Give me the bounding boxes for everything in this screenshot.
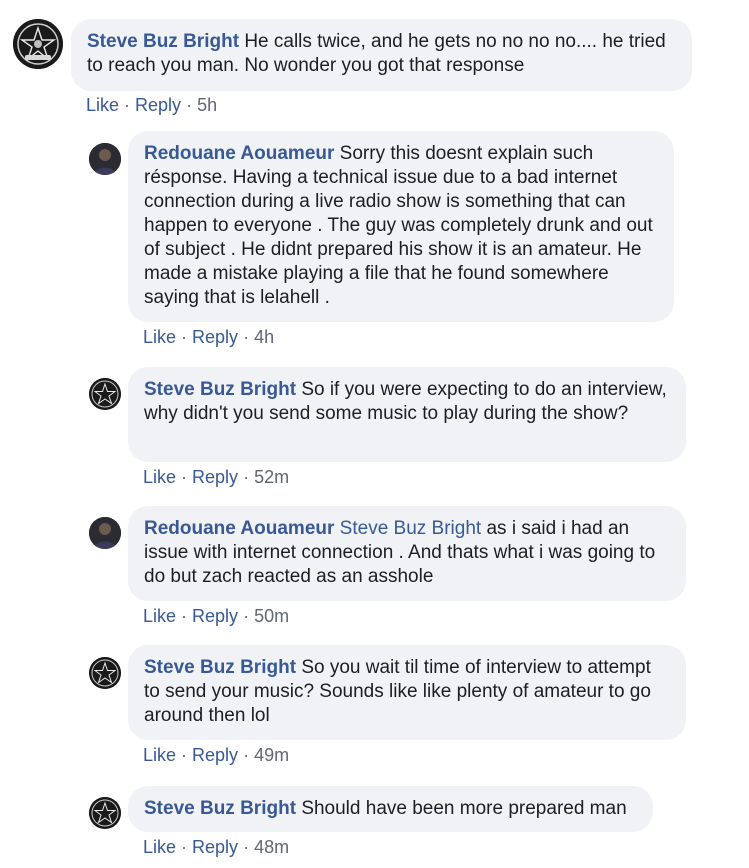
pentagram-badge-icon: [89, 378, 121, 410]
comment-bubble: Steve Buz Bright So if you were expectin…: [128, 367, 686, 462]
comment-actions: Like · Reply · 49m: [143, 744, 289, 766]
comment-actions: Like · Reply · 48m: [143, 836, 289, 858]
comment-author[interactable]: Redouane Aouameur: [144, 143, 334, 164]
pentagram-badge-icon: [89, 657, 121, 689]
comment-timestamp[interactable]: 48m: [254, 837, 289, 857]
pentagram-badge-icon: [89, 797, 121, 829]
comment-actions: Like · Reply · 4h: [143, 326, 274, 348]
comment-timestamp[interactable]: 4h: [254, 327, 274, 347]
like-button[interactable]: Like: [143, 837, 176, 857]
separator: ·: [181, 327, 188, 347]
comment-bubble: Steve Buz Bright Should have been more p…: [128, 786, 653, 832]
reply-button[interactable]: Reply: [192, 467, 238, 487]
reply-button[interactable]: Reply: [192, 606, 238, 626]
comment-author[interactable]: Redouane Aouameur: [144, 518, 334, 539]
like-button[interactable]: Like: [143, 467, 176, 487]
avatar[interactable]: [89, 143, 121, 175]
person-photo-icon: [89, 517, 121, 549]
comment-author[interactable]: Steve Buz Bright: [87, 31, 239, 52]
separator: ·: [181, 467, 188, 487]
like-button[interactable]: Like: [143, 745, 176, 765]
comment-actions: Like · Reply · 50m: [143, 605, 289, 627]
comment-actions: Like · Reply · 5h: [86, 94, 217, 116]
comment-timestamp[interactable]: 52m: [254, 467, 289, 487]
separator: ·: [243, 837, 250, 857]
avatar[interactable]: [89, 378, 121, 410]
avatar[interactable]: [89, 517, 121, 549]
comment-text: Sorry this doesnt explain such résponse.…: [144, 143, 653, 308]
comment-bubble: Steve Buz Bright So you wait til time of…: [128, 645, 686, 740]
mention-link[interactable]: Steve Buz Bright: [340, 518, 482, 539]
like-button[interactable]: Like: [86, 95, 119, 115]
comment-author[interactable]: Steve Buz Bright: [144, 798, 296, 819]
separator: ·: [243, 745, 250, 765]
comment-text: Should have been more prepared man: [301, 798, 627, 819]
avatar[interactable]: [13, 19, 63, 69]
comment-actions: Like · Reply · 52m: [143, 466, 289, 488]
person-photo-icon: [89, 143, 121, 175]
reply-button[interactable]: Reply: [192, 745, 238, 765]
comment-timestamp[interactable]: 5h: [197, 95, 217, 115]
comment-author[interactable]: Steve Buz Bright: [144, 657, 296, 678]
separator: ·: [181, 837, 188, 857]
separator: ·: [243, 467, 250, 487]
separator: ·: [186, 95, 193, 115]
separator: ·: [243, 327, 250, 347]
comment-timestamp[interactable]: 49m: [254, 745, 289, 765]
reply-button[interactable]: Reply: [135, 95, 181, 115]
separator: ·: [181, 606, 188, 626]
avatar[interactable]: [89, 797, 121, 829]
comment-bubble: Redouane Aouameur Steve Buz Bright as i …: [128, 506, 686, 601]
reply-button[interactable]: Reply: [192, 837, 238, 857]
comment-author[interactable]: Steve Buz Bright: [144, 379, 296, 400]
avatar[interactable]: [89, 657, 121, 689]
like-button[interactable]: Like: [143, 606, 176, 626]
comment-bubble: Steve Buz Bright He calls twice, and he …: [71, 19, 692, 91]
reply-button[interactable]: Reply: [192, 327, 238, 347]
comment-timestamp[interactable]: 50m: [254, 606, 289, 626]
pentagram-badge-icon: [13, 19, 63, 69]
comment-bubble: Redouane Aouameur Sorry this doesnt expl…: [128, 131, 674, 322]
separator: ·: [181, 745, 188, 765]
separator: ·: [124, 95, 131, 115]
like-button[interactable]: Like: [143, 327, 176, 347]
separator: ·: [243, 606, 250, 626]
